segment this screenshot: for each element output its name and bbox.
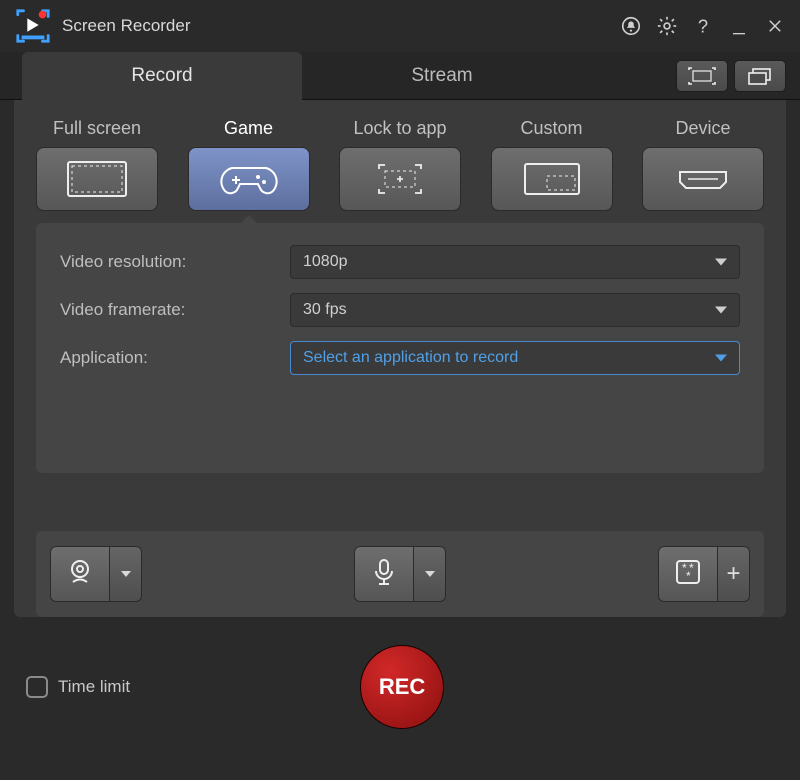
chevron-down-icon [715, 355, 727, 362]
overlay-add-button[interactable]: + [718, 546, 750, 602]
record-button[interactable]: REC [360, 645, 444, 729]
mode-device-label: Device [642, 118, 764, 139]
time-limit-checkbox[interactable] [26, 676, 48, 698]
resolution-select[interactable]: 1080p [290, 245, 740, 279]
webcam-icon [64, 556, 96, 593]
windows-toggle-button[interactable] [734, 60, 786, 92]
microphone-button[interactable] [354, 546, 414, 602]
application-value: Select an application to record [303, 349, 518, 367]
microphone-icon [368, 556, 400, 593]
notifications-icon[interactable] [620, 15, 642, 37]
minimize-button[interactable] [728, 15, 750, 37]
workspace: Full screen Game Lock to app Custom [14, 100, 786, 617]
application-label: Application: [60, 348, 290, 368]
application-select[interactable]: Select an application to record [290, 341, 740, 375]
preview-toggle-button[interactable] [676, 60, 728, 92]
mode-lock-to-app[interactable]: Lock to app [339, 118, 461, 223]
mode-device[interactable]: Device [642, 118, 764, 223]
overlay-tool: *** + [527, 545, 750, 603]
webcam-button[interactable] [50, 546, 110, 602]
chevron-down-icon [121, 571, 131, 577]
footer: Time limit REC [0, 631, 800, 729]
mode-fullscreen-label: Full screen [36, 118, 158, 139]
microphone-dropdown[interactable] [414, 546, 446, 602]
main-tabs: Record Stream [0, 52, 800, 100]
chevron-down-icon [715, 259, 727, 266]
app-title: Screen Recorder [62, 16, 191, 36]
resolution-label: Video resolution: [60, 252, 290, 272]
overlay-button[interactable]: *** [658, 546, 718, 602]
tab-stream-label: Stream [411, 65, 472, 87]
webcam-dropdown[interactable] [110, 546, 142, 602]
close-button[interactable] [764, 15, 786, 37]
hdmi-icon [642, 147, 764, 211]
chevron-down-icon [425, 571, 435, 577]
svg-text:*: * [686, 569, 691, 583]
tab-record[interactable]: Record [22, 52, 302, 100]
framerate-label: Video framerate: [60, 300, 290, 320]
microphone-tool [289, 545, 512, 603]
custom-region-icon [491, 147, 613, 211]
help-icon[interactable]: ? [692, 15, 714, 37]
mode-game-label: Game [188, 118, 310, 139]
tab-record-label: Record [131, 65, 192, 87]
tab-stream[interactable]: Stream [302, 52, 582, 100]
framerate-select[interactable]: 30 fps [290, 293, 740, 327]
settings-icon[interactable] [656, 15, 678, 37]
mode-fullscreen[interactable]: Full screen [36, 118, 158, 223]
capture-modes: Full screen Game Lock to app Custom [36, 118, 764, 223]
mode-custom[interactable]: Custom [491, 118, 613, 223]
plus-icon: + [727, 560, 741, 588]
fullscreen-icon [36, 147, 158, 211]
mode-custom-label: Custom [491, 118, 613, 139]
resolution-value: 1080p [303, 253, 348, 271]
framerate-value: 30 fps [303, 301, 347, 319]
titlebar: Screen Recorder ? [0, 0, 800, 52]
svg-text:?: ? [698, 15, 708, 36]
overlay-icon: *** [672, 556, 704, 593]
record-button-label: REC [379, 674, 425, 700]
mode-game[interactable]: Game [188, 118, 310, 223]
chevron-down-icon [715, 307, 727, 314]
lock-to-app-icon [339, 147, 461, 211]
app-icon [14, 7, 52, 45]
webcam-tool [50, 545, 273, 603]
gamepad-icon [188, 147, 310, 211]
mode-lock-label: Lock to app [339, 118, 461, 139]
time-limit-label[interactable]: Time limit [58, 677, 130, 697]
tools-row: *** + [36, 531, 764, 617]
settings-panel: Video resolution: 1080p Video framerate:… [36, 223, 764, 473]
